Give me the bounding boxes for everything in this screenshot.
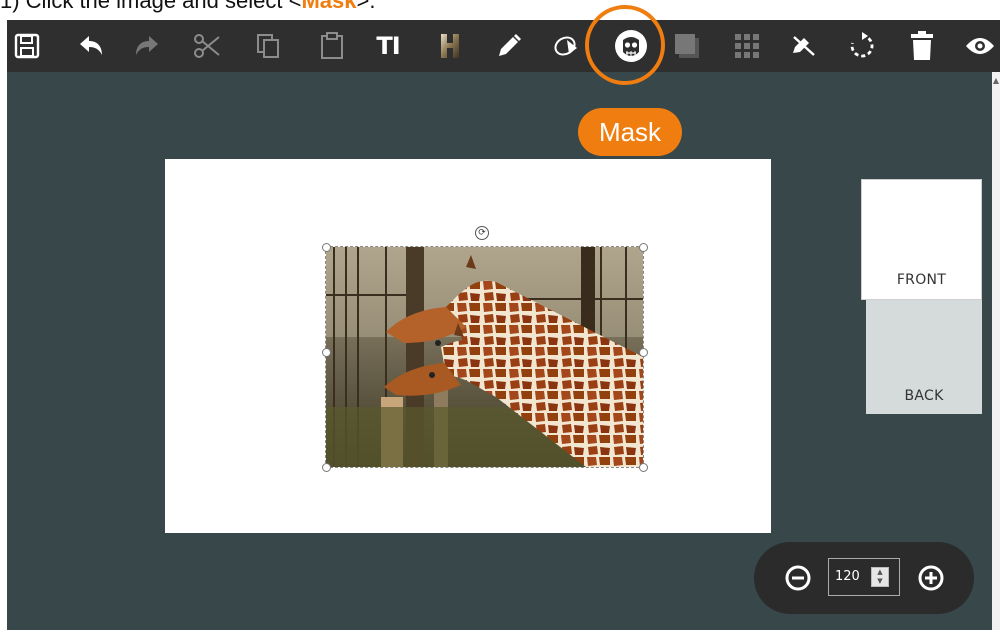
zoom-in-icon[interactable]: [917, 564, 945, 592]
side-tab-back[interactable]: BACK: [866, 300, 982, 414]
resize-handle-right[interactable]: [639, 348, 648, 357]
instruction-highlight: Mask: [301, 0, 357, 13]
grid-icon[interactable]: [727, 26, 767, 66]
copy-icon[interactable]: [248, 26, 288, 66]
toolbar: TI: [7, 20, 1000, 72]
stepper-down-icon[interactable]: ▼: [872, 577, 888, 586]
image-text-icon[interactable]: [430, 26, 470, 66]
text-icon-label: TI: [376, 32, 400, 60]
vertical-scrollbar[interactable]: [992, 72, 1000, 630]
side-front-label: FRONT: [896, 272, 947, 288]
side-tab-front[interactable]: FRONT: [861, 179, 982, 300]
giraffe-photo-drawing: [326, 247, 643, 467]
pen-icon[interactable]: [489, 26, 529, 66]
scroll-up-arrow-icon[interactable]: ▲: [993, 76, 999, 85]
resize-handle-bottom-right[interactable]: [639, 463, 648, 472]
text-icon[interactable]: TI: [368, 26, 408, 66]
instruction-suffix: >.: [356, 0, 376, 13]
save-icon[interactable]: [7, 26, 47, 66]
delete-icon[interactable]: [902, 26, 942, 66]
undo-icon[interactable]: [71, 26, 111, 66]
resize-handle-bottom-left[interactable]: [322, 463, 331, 472]
zoom-field: ▲▼: [828, 558, 900, 596]
instruction-prefix: 1) Click the image and select <: [0, 0, 302, 13]
mask-icon[interactable]: [611, 26, 651, 66]
side-back-label: BACK: [904, 388, 944, 404]
fill-icon[interactable]: [547, 26, 587, 66]
rotate-handle-icon[interactable]: ⟳: [475, 226, 489, 240]
resize-handle-top-left[interactable]: [322, 243, 331, 252]
no-edit-icon[interactable]: [784, 26, 824, 66]
preview-icon[interactable]: [960, 26, 1000, 66]
mask-callout-label: Mask: [578, 108, 682, 156]
editor-app: TI ▲ ⟳ FRONT BACK 120 ▲ ▼: [7, 20, 1000, 630]
shadow-icon[interactable]: [667, 26, 707, 66]
instruction-text: 1) Click the image and select <Mask>.: [0, 0, 375, 18]
rotate-icon[interactable]: [842, 26, 882, 66]
design-canvas[interactable]: ⟳: [165, 159, 771, 533]
giraffe-image[interactable]: [325, 246, 644, 468]
paste-icon[interactable]: [312, 26, 352, 66]
zoom-out-icon[interactable]: [784, 564, 812, 592]
resize-handle-left[interactable]: [322, 348, 331, 357]
zoom-stepper[interactable]: ▲ ▼: [871, 567, 889, 587]
zoom-input[interactable]: [835, 569, 865, 584]
redo-icon[interactable]: [127, 26, 167, 66]
stepper-up-icon[interactable]: ▲: [872, 568, 888, 577]
zoom-control: ▲▼: [754, 542, 974, 614]
cut-icon[interactable]: [187, 26, 227, 66]
resize-handle-top-right[interactable]: [639, 243, 648, 252]
